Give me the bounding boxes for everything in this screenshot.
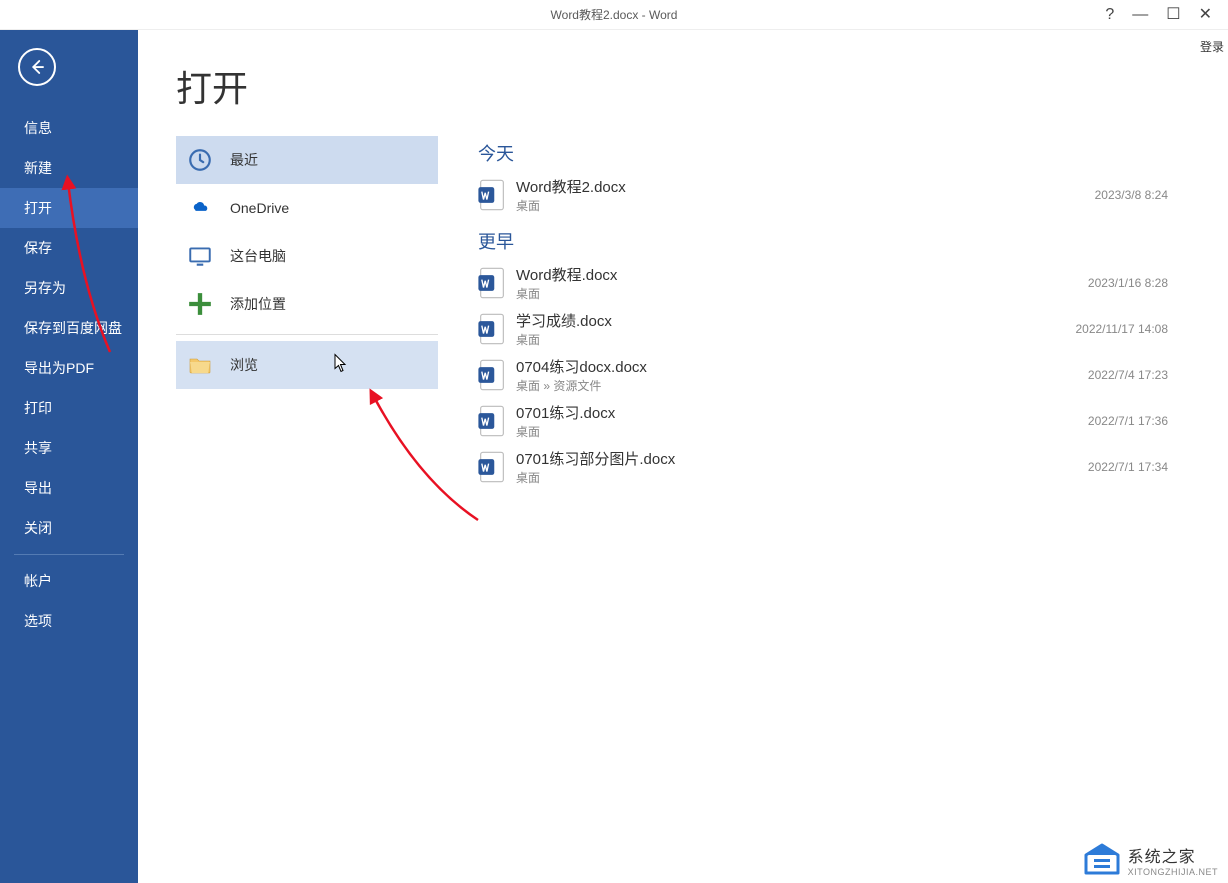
restore-button[interactable]: ☐ (1166, 7, 1180, 23)
location-label: 添加位置 (230, 294, 286, 314)
back-button[interactable] (18, 48, 56, 86)
file-path: 桌面 (516, 285, 1088, 302)
file-row[interactable]: 0701练习部分图片.docx 桌面 2022/7/1 17:34 (478, 444, 1168, 490)
arrow-left-icon (28, 58, 46, 76)
backstage-sidebar: 信息 新建 打开 保存 另存为 保存到百度网盘 导出为PDF 打印 共享 导出 … (0, 30, 138, 883)
sidebar-item-exportpdf[interactable]: 导出为PDF (0, 348, 138, 388)
file-path: 桌面 (516, 331, 1075, 348)
sidebar-item-save[interactable]: 保存 (0, 228, 138, 268)
sidebar-item-options[interactable]: 选项 (0, 601, 138, 641)
cursor-icon (334, 354, 348, 377)
docx-icon (478, 358, 506, 392)
file-date: 2023/1/16 8:28 (1088, 276, 1168, 290)
sidebar-item-account[interactable]: 帐户 (0, 561, 138, 601)
onedrive-icon (186, 194, 214, 222)
watermark-title: 系统之家 (1128, 843, 1218, 867)
signin-link[interactable]: 登录 (1200, 38, 1224, 55)
folder-icon (186, 351, 214, 379)
location-onedrive[interactable]: OneDrive (176, 184, 438, 232)
file-row[interactable]: Word教程.docx 桌面 2023/1/16 8:28 (478, 260, 1168, 306)
file-name: 0704练习docx.docx (516, 356, 1088, 377)
group-title-today: 今天 (478, 140, 1168, 166)
clock-icon (186, 146, 214, 174)
location-recent[interactable]: 最近 (176, 136, 438, 184)
document-title: Word教程2.docx - Word (551, 6, 678, 23)
watermark-url: XITONGZHIJIA.NET (1128, 867, 1218, 877)
file-date: 2022/7/1 17:36 (1088, 414, 1168, 428)
docx-icon (478, 450, 506, 484)
minimize-button[interactable]: — (1132, 7, 1148, 23)
page-title: 打开 (176, 60, 438, 112)
file-row[interactable]: 学习成绩.docx 桌面 2022/11/17 14:08 (478, 306, 1168, 352)
location-label: 最近 (230, 150, 258, 170)
docx-icon (478, 404, 506, 438)
file-name: 0701练习部分图片.docx (516, 448, 1088, 469)
location-label: 浏览 (230, 355, 258, 375)
file-name: Word教程2.docx (516, 176, 1095, 197)
sidebar-item-saveas[interactable]: 另存为 (0, 268, 138, 308)
file-name: Word教程.docx (516, 264, 1088, 285)
sidebar-item-print[interactable]: 打印 (0, 388, 138, 428)
sidebar-item-new[interactable]: 新建 (0, 148, 138, 188)
file-path: 桌面 (516, 423, 1088, 440)
watermark: 系统之家 XITONGZHIJIA.NET (1082, 843, 1218, 877)
sidebar-separator (14, 554, 124, 555)
file-name: 0701练习.docx (516, 402, 1088, 423)
sidebar-item-savebaidu[interactable]: 保存到百度网盘 (0, 308, 138, 348)
open-locations-pane: 打开 最近 OneDrive 这台电脑 (138, 30, 458, 883)
help-button[interactable]: ? (1105, 7, 1114, 23)
sidebar-item-open[interactable]: 打开 (0, 188, 138, 228)
close-button[interactable]: ✕ (1199, 7, 1212, 23)
titlebar: Word教程2.docx - Word ? — ☐ ✕ (0, 0, 1228, 30)
file-date: 2022/7/4 17:23 (1088, 368, 1168, 382)
docx-icon (478, 178, 506, 212)
recent-files-pane: 今天 Word教程2.docx 桌面 2023/3/8 8:24 更早 Word… (458, 30, 1228, 883)
add-icon (186, 290, 214, 318)
group-title-earlier: 更早 (478, 228, 1168, 254)
file-date: 2022/11/17 14:08 (1075, 322, 1168, 336)
file-row[interactable]: Word教程2.docx 桌面 2023/3/8 8:24 (478, 172, 1168, 218)
file-row[interactable]: 0704练习docx.docx 桌面 » 资源文件 2022/7/4 17:23 (478, 352, 1168, 398)
location-thispc[interactable]: 这台电脑 (176, 232, 438, 280)
sidebar-item-export[interactable]: 导出 (0, 468, 138, 508)
location-separator (176, 334, 438, 335)
watermark-logo-icon (1082, 843, 1122, 877)
file-path: 桌面 (516, 197, 1095, 214)
location-label: 这台电脑 (230, 246, 286, 266)
file-row[interactable]: 0701练习.docx 桌面 2022/7/1 17:36 (478, 398, 1168, 444)
docx-icon (478, 266, 506, 300)
file-date: 2022/7/1 17:34 (1088, 460, 1168, 474)
location-label: OneDrive (230, 200, 289, 216)
sidebar-item-close[interactable]: 关闭 (0, 508, 138, 548)
file-name: 学习成绩.docx (516, 310, 1075, 331)
file-date: 2023/3/8 8:24 (1095, 188, 1168, 202)
file-path: 桌面 (516, 469, 1088, 486)
thispc-icon (186, 242, 214, 270)
location-browse[interactable]: 浏览 (176, 341, 438, 389)
sidebar-item-info[interactable]: 信息 (0, 108, 138, 148)
location-addplace[interactable]: 添加位置 (176, 280, 438, 328)
file-path: 桌面 » 资源文件 (516, 377, 1088, 394)
docx-icon (478, 312, 506, 346)
sidebar-item-share[interactable]: 共享 (0, 428, 138, 468)
